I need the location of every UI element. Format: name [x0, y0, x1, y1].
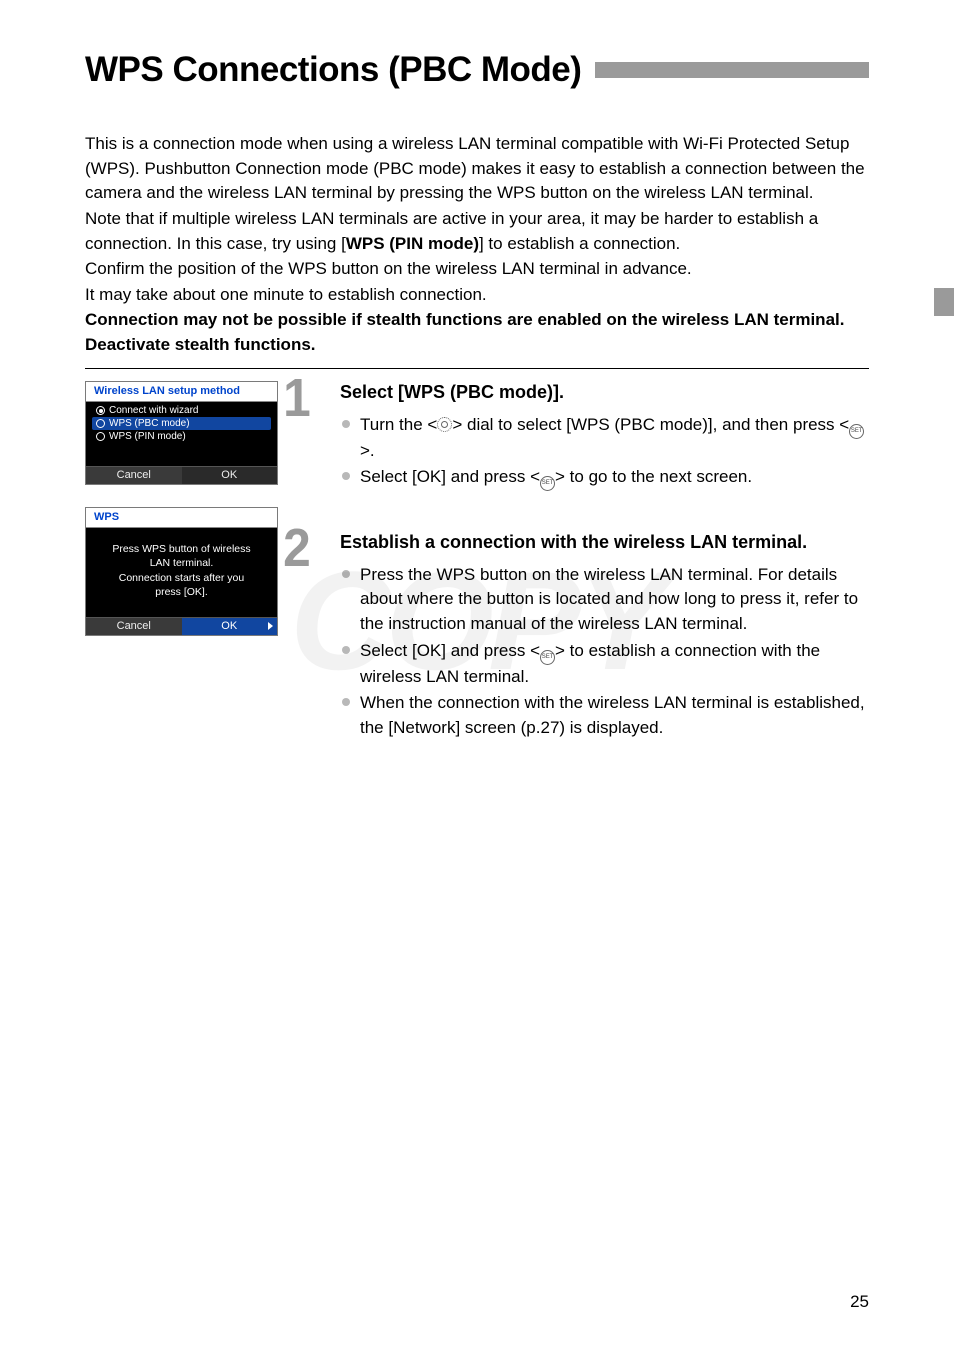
set-icon: SET	[849, 424, 864, 439]
camera-screenshot-wps: WPS Press WPS button of wireless LAN ter…	[85, 507, 278, 636]
title-rule	[595, 62, 869, 78]
intro-p5: Connection may not be possible if stealt…	[85, 308, 869, 357]
radio-empty-icon	[96, 419, 105, 428]
intro-block: This is a connection mode when using a w…	[85, 132, 869, 358]
page-number: 25	[850, 1292, 869, 1312]
radio-empty-icon	[96, 432, 105, 441]
dial-icon	[437, 417, 452, 432]
intro-p2: Note that if multiple wireless LAN termi…	[85, 207, 869, 256]
shot1-cancel: Cancel	[86, 467, 182, 484]
camera-screenshot-setup-method: Wireless LAN setup method Connect with w…	[85, 381, 278, 485]
radio-filled-icon	[96, 406, 105, 415]
shot2-message: Press WPS button of wireless LAN termina…	[86, 528, 277, 617]
step-number-1: 1	[283, 367, 309, 429]
step2-bullet-2: Select [OK] and press <SET> to establish…	[340, 639, 869, 690]
set-icon: SET	[540, 650, 555, 665]
shot1-ok: OK	[182, 467, 278, 484]
step1-bullet-2: Select [OK] and press <SET> to go to the…	[340, 465, 869, 491]
page-title: WPS Connections (PBC Mode)	[85, 50, 581, 90]
intro-p1: This is a connection mode when using a w…	[85, 132, 869, 206]
shot2-cancel: Cancel	[86, 618, 182, 635]
step-number-2: 2	[283, 517, 309, 579]
step2-heading: Establish a connection with the wireless…	[340, 531, 869, 554]
set-icon: SET	[540, 476, 555, 491]
shot2-ok: OK	[182, 618, 278, 635]
divider	[85, 368, 869, 370]
step2-bullet-1: Press the WPS button on the wireless LAN…	[340, 563, 869, 637]
shot1-opt-pbc: WPS (PBC mode)	[92, 417, 271, 430]
intro-p4: It may take about one minute to establis…	[85, 283, 869, 308]
section-side-tab	[934, 288, 954, 316]
step-1: Wireless LAN setup method Connect with w…	[85, 381, 869, 742]
shot1-opt-wizard: Connect with wizard	[92, 404, 271, 417]
step2-bullet-3: When the connection with the wireless LA…	[340, 691, 869, 740]
step1-bullet-1: Turn the <> dial to select [WPS (PBC mod…	[340, 413, 869, 464]
title-row: WPS Connections (PBC Mode)	[85, 50, 869, 90]
step1-heading: Select [WPS (PBC mode)].	[340, 381, 869, 404]
shot1-title: Wireless LAN setup method	[86, 382, 277, 402]
arrow-right-icon	[268, 622, 273, 630]
intro-p3: Confirm the position of the WPS button o…	[85, 257, 869, 282]
shot2-title: WPS	[86, 508, 277, 528]
shot1-opt-pin: WPS (PIN mode)	[92, 430, 271, 443]
